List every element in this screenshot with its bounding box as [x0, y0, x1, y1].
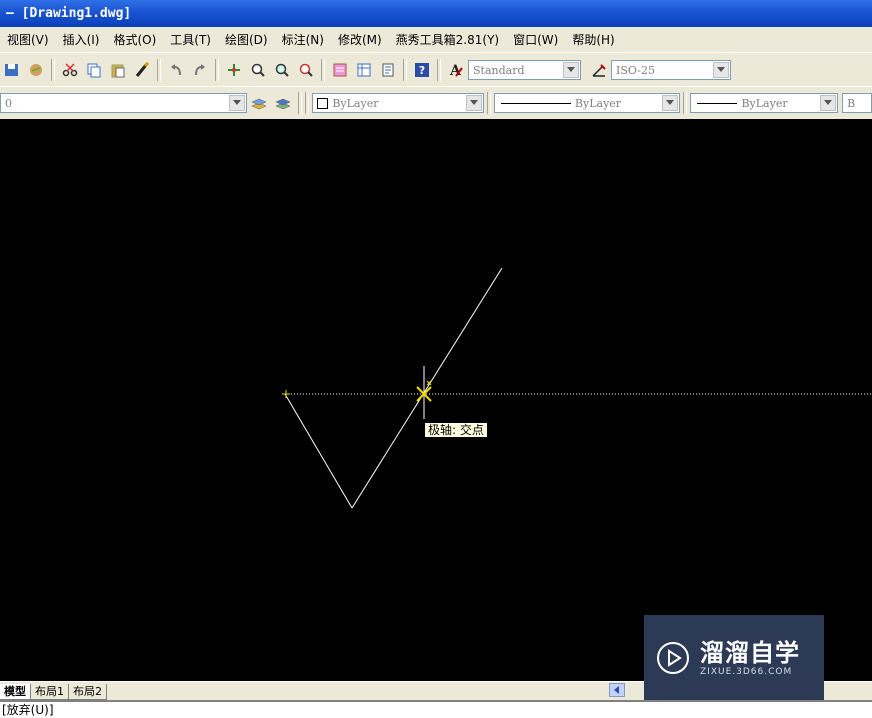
watermark-subtitle: ZIXUE.3D66.COM	[700, 666, 793, 677]
standard-toolbar: ? A Standard ISO-25	[0, 52, 872, 87]
lineweight-sample	[697, 102, 738, 104]
toolbar-separator	[51, 59, 55, 81]
color-swatch	[317, 97, 329, 109]
dim-style-combo[interactable]: ISO-25	[611, 60, 731, 80]
lineweight-combo[interactable]: ByLayer	[690, 93, 839, 113]
layer-manager-icon[interactable]	[249, 93, 269, 113]
cut-icon[interactable]	[60, 60, 80, 80]
toolbar-separator	[403, 59, 407, 81]
plot-style-value: B	[847, 96, 856, 110]
menu-help[interactable]: 帮助(H)	[565, 31, 621, 48]
linetype-value: ByLayer	[574, 96, 622, 110]
undo-icon[interactable]	[166, 60, 186, 80]
linetype-sample	[500, 102, 571, 104]
toolbar-separator	[437, 59, 441, 81]
color-value: ByLayer	[332, 96, 379, 110]
tab-model[interactable]: 模型	[0, 683, 31, 700]
toolbar-separator	[305, 92, 310, 114]
properties-icon[interactable]	[330, 60, 350, 80]
title-bar: – [Drawing1.dwg]	[0, 0, 872, 27]
drawing-geometry	[282, 267, 872, 509]
layer-combo[interactable]: 0	[0, 93, 248, 113]
drawing-canvas[interactable]: 极轴: 交点	[0, 119, 872, 681]
plot-style-combo[interactable]: B	[842, 93, 872, 113]
watermark-text: 溜溜自学 ZIXUE.3D66.COM	[700, 639, 800, 677]
menu-window[interactable]: 窗口(W)	[506, 31, 565, 48]
tab-layout2[interactable]: 布局2	[68, 683, 107, 700]
window-title: – [Drawing1.dwg]	[6, 6, 132, 21]
menu-modify[interactable]: 修改(M)	[331, 31, 389, 48]
color-combo[interactable]: ByLayer	[312, 93, 484, 113]
zoom-realtime-icon[interactable]	[248, 60, 268, 80]
layer-previous-icon[interactable]	[273, 93, 293, 113]
scroll-left-button[interactable]	[609, 683, 625, 697]
toolbar-separator	[157, 59, 161, 81]
svg-text:?: ?	[419, 64, 425, 77]
menu-dimension[interactable]: 标注(N)	[275, 31, 331, 48]
chevron-left-icon	[614, 686, 619, 694]
chevron-down-icon[interactable]	[465, 95, 482, 111]
drawn-line-segment	[284, 393, 353, 509]
menu-bar: 视图(V) 插入(I) 格式(O) 工具(T) 绘图(D) 标注(N) 修改(M…	[0, 27, 872, 52]
help-icon[interactable]: ?	[412, 60, 432, 80]
play-icon	[657, 641, 689, 674]
text-style-value: Standard	[473, 63, 525, 77]
zoom-window-icon[interactable]	[272, 60, 292, 80]
match-properties-icon[interactable]	[132, 60, 152, 80]
chevron-down-icon[interactable]	[820, 95, 837, 111]
chevron-down-icon[interactable]	[563, 62, 579, 78]
zoom-previous-icon[interactable]	[296, 60, 316, 80]
design-center-icon[interactable]	[354, 60, 374, 80]
toolbar-separator	[486, 92, 491, 114]
linetype-combo[interactable]: ByLayer	[493, 93, 681, 113]
menu-format[interactable]: 格式(O)	[106, 31, 163, 48]
menu-view[interactable]: 视图(V)	[0, 31, 56, 48]
text-style-combo[interactable]: Standard	[468, 60, 581, 80]
command-prompt-text: [放弃(U)]	[2, 703, 54, 717]
toolbar-separator	[321, 59, 325, 81]
chevron-down-icon[interactable]	[713, 62, 729, 78]
snap-tooltip: 极轴: 交点	[424, 422, 488, 438]
save-icon[interactable]	[2, 60, 22, 80]
layers-properties-toolbar: 0 ByLayer ByLayer ByLayer B	[0, 86, 872, 120]
watermark-title: 溜溜自学	[700, 638, 800, 667]
chevron-down-icon[interactable]	[662, 95, 679, 111]
text-style-icon[interactable]: A	[446, 60, 466, 80]
lineweight-value: ByLayer	[741, 96, 788, 110]
toolbar-separator	[215, 59, 219, 81]
chevron-down-icon[interactable]	[229, 95, 246, 111]
plot-icon[interactable]	[26, 60, 46, 80]
redo-icon[interactable]	[190, 60, 210, 80]
menu-tools[interactable]: 工具(T)	[163, 31, 218, 48]
pan-icon[interactable]	[224, 60, 244, 80]
dim-style-icon[interactable]	[589, 60, 609, 80]
toolbar-separator	[683, 92, 688, 114]
dim-style-value: ISO-25	[616, 63, 656, 77]
menu-draw[interactable]: 绘图(D)	[218, 31, 275, 48]
drawn-line-segment	[351, 267, 503, 509]
menu-insert[interactable]: 插入(I)	[56, 31, 107, 48]
tool-palettes-icon[interactable]	[378, 60, 398, 80]
paste-icon[interactable]	[108, 60, 128, 80]
watermark-logo: 溜溜自学 ZIXUE.3D66.COM	[644, 615, 824, 700]
copy-icon[interactable]	[84, 60, 104, 80]
acquired-point-marker	[282, 390, 290, 398]
tab-layout1[interactable]: 布局1	[30, 683, 69, 700]
command-line[interactable]: [放弃(U)]	[0, 700, 872, 718]
menu-yanxiu-toolbox[interactable]: 燕秀工具箱2.81(Y)	[389, 31, 506, 48]
toolbar-separator	[298, 92, 303, 114]
layer-value: 0	[5, 96, 12, 110]
